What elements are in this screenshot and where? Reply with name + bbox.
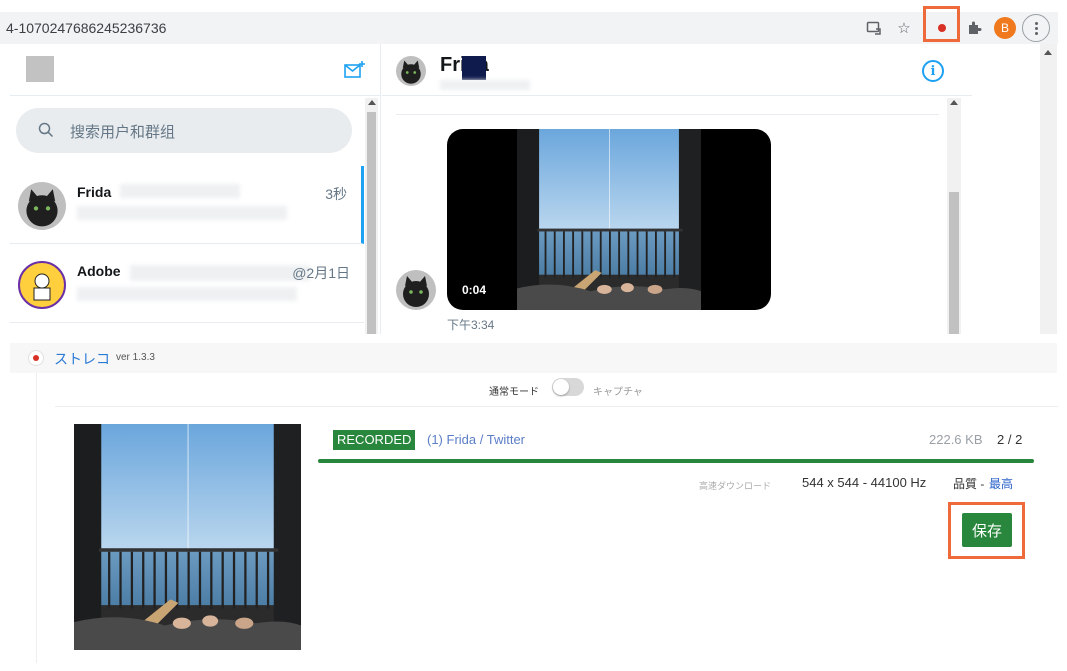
- extensions-puzzle-icon[interactable]: [962, 16, 986, 40]
- panel-divider: [55, 406, 1058, 407]
- search-placeholder: 搜索用户和群组: [70, 124, 176, 141]
- search-input[interactable]: 搜索用户和群组: [16, 108, 352, 153]
- info-icon[interactable]: i: [922, 60, 944, 82]
- page-scrollbar[interactable]: [1040, 44, 1057, 334]
- video-frame: [517, 129, 701, 310]
- cat-avatar: [18, 182, 66, 230]
- redacted-preview: [77, 206, 287, 220]
- conversation-scrollbar[interactable]: [365, 98, 378, 334]
- video-message[interactable]: 0:04: [447, 129, 771, 310]
- item-count: 2 / 2: [997, 432, 1023, 447]
- quality-value[interactable]: 最高: [989, 475, 1013, 492]
- redacted-avatar: [26, 56, 54, 82]
- redacted-preview: [77, 287, 297, 301]
- status-badge: RECORDED: [333, 430, 416, 450]
- capture-mode-label: キャプチャ: [593, 387, 643, 398]
- progress-bar: [318, 459, 1034, 463]
- chat-divider: [396, 114, 939, 115]
- conversation-time: 3秒: [325, 186, 347, 202]
- twitter-dm-page: 搜索用户和群组 Frida 3秒 Adobe @2月1日 i 0:04 下午3:…: [10, 44, 1058, 334]
- profile-initial: B: [994, 17, 1016, 39]
- extension-name[interactable]: ストレコ: [54, 349, 110, 369]
- media-dimensions: 544 x 544 - 44100 Hz: [802, 475, 927, 490]
- scroll-up-arrow-icon[interactable]: [1044, 50, 1052, 55]
- extension-icon-highlight: [923, 6, 960, 42]
- capture-mode-toggle[interactable]: [552, 378, 584, 396]
- redacted-handle: [120, 184, 240, 198]
- new-message-icon[interactable]: [344, 60, 366, 80]
- redacted-handle: [130, 265, 310, 281]
- message-timestamp: 下午3:34: [447, 318, 495, 332]
- conversation-name: Adobe: [77, 263, 121, 279]
- save-button[interactable]: 保存: [962, 513, 1012, 547]
- chat-header: Frida i: [382, 44, 972, 96]
- search-icon: [38, 122, 54, 138]
- extension-logo-icon: [28, 350, 44, 366]
- profile-avatar[interactable]: B: [993, 16, 1017, 40]
- conversation-item[interactable]: Frida 3秒: [10, 166, 364, 244]
- conversation-name: Frida: [77, 184, 112, 200]
- chat-pane: Frida i 0:04 下午3:34: [382, 44, 972, 334]
- cat-avatar[interactable]: [396, 270, 436, 310]
- fast-download-label[interactable]: 高速ダウンロード: [699, 479, 771, 492]
- extension-panel: 通常モード キャプチャ RECORDED (1) Frida / Twitter…: [36, 373, 1058, 663]
- menu-kebab-icon[interactable]: [1022, 14, 1050, 42]
- install-app-icon[interactable]: [862, 16, 886, 40]
- cat-avatar[interactable]: [396, 56, 426, 86]
- progress-fill: [318, 459, 1034, 463]
- extension-version: ver 1.3.3: [116, 352, 155, 363]
- scrollbar-thumb[interactable]: [949, 192, 959, 334]
- video-duration: 0:04: [462, 283, 487, 297]
- recording-thumbnail: [74, 424, 301, 650]
- bookmark-star-icon[interactable]: ☆: [892, 16, 916, 40]
- scrollbar-thumb[interactable]: [367, 112, 376, 334]
- chat-scrollbar[interactable]: [947, 98, 961, 334]
- conversation-time: @2月1日: [292, 265, 350, 281]
- quality-label: 品質 -: [953, 477, 985, 491]
- browser-toolbar: 4-1070247686245236736 ☆ B: [0, 12, 1058, 44]
- toggle-knob: [553, 379, 569, 395]
- scroll-up-arrow-icon[interactable]: [368, 100, 376, 105]
- conversation-list-header: [10, 44, 381, 96]
- redacted-block: [462, 56, 486, 80]
- scroll-up-arrow-icon[interactable]: [950, 100, 958, 105]
- redacted-handle: [440, 80, 530, 90]
- source-link[interactable]: (1) Frida / Twitter: [427, 432, 525, 447]
- normal-mode-label: 通常モード: [489, 387, 539, 398]
- extension-header: ストレコ ver 1.3.3: [10, 343, 1057, 373]
- conversation-item[interactable]: Adobe @2月1日: [10, 245, 364, 323]
- adobe-avatar: [18, 261, 66, 309]
- file-size: 222.6 KB: [929, 432, 983, 447]
- address-bar-url[interactable]: 4-1070247686245236736: [6, 20, 166, 36]
- conversation-list-pane: 搜索用户和群组 Frida 3秒 Adobe @2月1日: [10, 44, 381, 334]
